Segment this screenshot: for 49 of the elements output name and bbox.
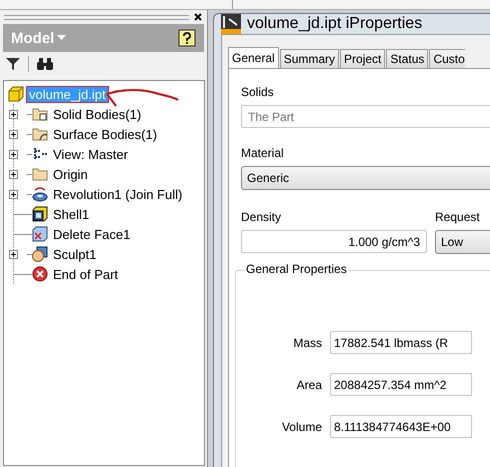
binoculars-icon[interactable] (37, 57, 53, 71)
folder-icon (32, 166, 48, 182)
dialog-title: volume_jd.ipt iProperties (247, 15, 422, 33)
folder-icon (32, 106, 48, 122)
cube-x-icon (32, 226, 48, 242)
shell-box-icon (32, 206, 48, 222)
tree-item[interactable]: Solid Bodies(1) (51, 106, 144, 122)
sculpt-icon (32, 246, 48, 262)
property-label: Mass (292, 336, 322, 350)
material-dropdown[interactable]: Generic (241, 166, 490, 190)
tree-item[interactable]: Shell1 (51, 206, 92, 222)
tree-item[interactable]: Sculpt1 (51, 246, 98, 262)
expand-icon[interactable] (9, 190, 18, 198)
field-label: Density (241, 210, 282, 224)
tab[interactable]: Custo (429, 49, 465, 68)
property-field[interactable]: 20884257.354 mm^2 (330, 373, 472, 396)
cube-icon (8, 86, 24, 102)
property-label: Volume (280, 420, 322, 434)
accuracy-dropdown[interactable]: Low (435, 230, 490, 254)
expand-icon[interactable] (9, 110, 18, 118)
tree-item[interactable]: View: Master (51, 146, 130, 162)
tree-item[interactable]: Surface Bodies(1) (51, 126, 160, 142)
property-field[interactable]: 17882.541 lbmass (R (330, 331, 472, 354)
expand-icon[interactable] (9, 250, 18, 258)
tree-item[interactable]: Revolution1 (Join Full) (51, 186, 184, 202)
stop-icon (32, 266, 48, 282)
revolve-icon (32, 186, 48, 202)
group-title: General Properties (244, 262, 349, 276)
field-label: Solids (241, 85, 275, 99)
property-label: Area (296, 378, 322, 392)
tab[interactable]: Summary (280, 49, 340, 68)
tree-item[interactable]: Delete Face1 (51, 226, 132, 242)
tab[interactable]: Project (340, 49, 386, 68)
tree-item[interactable]: Origin (51, 166, 90, 182)
hierarchy-icon (32, 146, 48, 162)
property-field[interactable]: 8.111384774643E+00 (330, 415, 472, 438)
expand-icon[interactable] (9, 170, 18, 178)
help-icon[interactable] (178, 29, 196, 47)
expand-icon[interactable] (9, 150, 18, 158)
tab[interactable]: Status (386, 49, 428, 68)
close-icon[interactable] (193, 12, 203, 22)
expand-icon[interactable] (9, 130, 18, 138)
density-field[interactable]: 1.000 g/cm^3 (241, 230, 427, 253)
field-label: Request (435, 210, 481, 224)
filter-icon[interactable] (6, 57, 20, 71)
folder-icon (32, 126, 48, 142)
field-label: Material (241, 146, 285, 160)
tree-item[interactable]: End of Part (51, 266, 120, 282)
tab[interactable]: General (228, 47, 279, 68)
